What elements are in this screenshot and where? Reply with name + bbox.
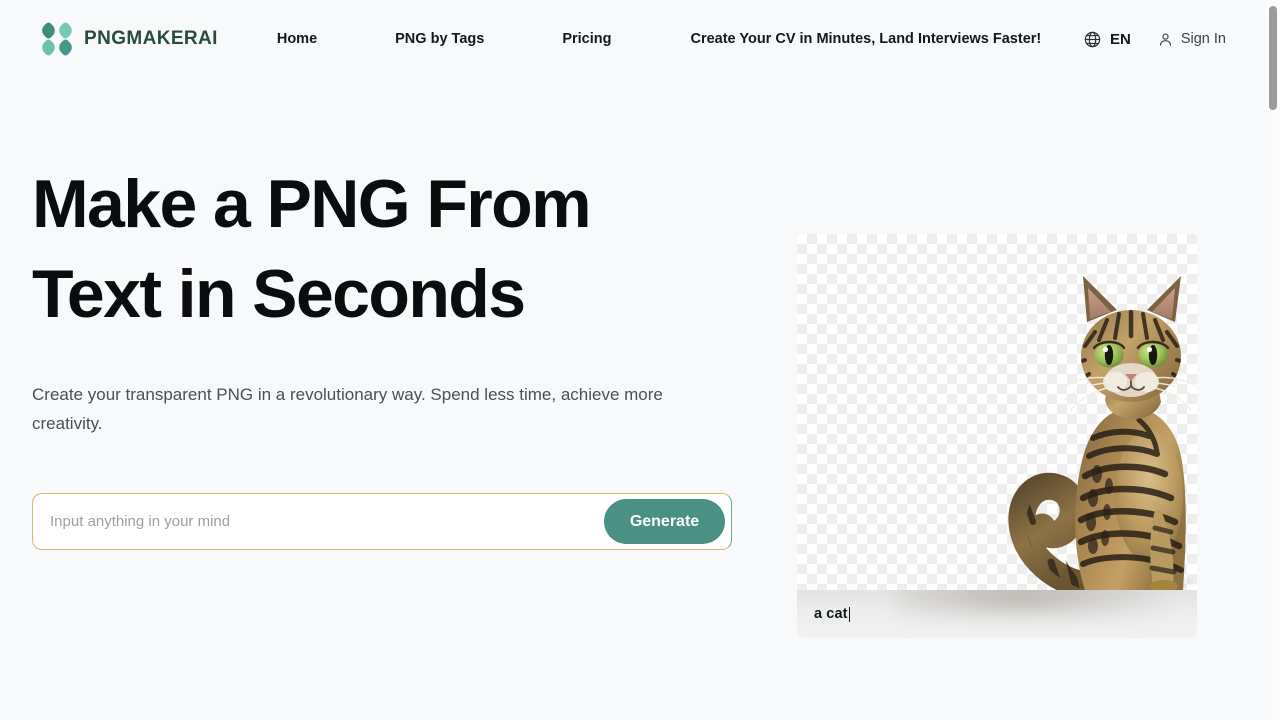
site-header: PNGMAKERAI Home PNG by Tags Pricing Crea… (0, 0, 1280, 78)
main-content: Make a PNG From Text in Seconds Create y… (0, 78, 1280, 638)
prompt-bar: Generate (32, 493, 732, 550)
image-caption-bar[interactable]: a cat (797, 590, 1197, 638)
nav-item-home[interactable]: Home (277, 23, 317, 55)
hero-section: Make a PNG From Text in Seconds Create y… (32, 78, 732, 550)
prompt-input[interactable] (33, 495, 604, 548)
clover-logo-icon (39, 21, 75, 57)
user-icon (1157, 31, 1174, 48)
page-title-line-1: Make a PNG From (32, 166, 592, 242)
caption-blur-overlay (897, 590, 1171, 616)
transparency-canvas (797, 234, 1197, 590)
language-selector[interactable]: EN (1083, 30, 1131, 49)
globe-icon (1083, 30, 1102, 49)
text-caret (848, 606, 851, 622)
generate-button[interactable]: Generate (604, 499, 725, 544)
brand-logo[interactable]: PNGMAKERAI (39, 21, 218, 57)
page-title-line-2: Text in Seconds (32, 256, 526, 332)
language-label: EN (1110, 30, 1131, 48)
page-title: Make a PNG From Text in Seconds (32, 159, 732, 339)
page-scrollbar-thumb[interactable] (1269, 6, 1277, 110)
image-caption-text: a cat (814, 606, 848, 622)
sign-in-button[interactable]: Sign In (1157, 31, 1226, 48)
page-scrollbar-track[interactable] (1265, 0, 1280, 720)
nav-item-png-by-tags[interactable]: PNG by Tags (395, 23, 484, 55)
header-actions: EN Sign In (1083, 30, 1226, 49)
brand-name: PNGMAKERAI (84, 28, 218, 49)
main-navigation: Home PNG by Tags Pricing Create Your CV … (277, 23, 1041, 55)
sign-in-label: Sign In (1180, 31, 1226, 47)
nav-item-cv-promo[interactable]: Create Your CV in Minutes, Land Intervie… (690, 23, 1041, 55)
hero-subtitle: Create your transparent PNG in a revolut… (32, 385, 663, 433)
generated-cat-image (989, 260, 1197, 590)
nav-item-pricing[interactable]: Pricing (562, 23, 611, 55)
image-preview-card: a cat (797, 234, 1197, 638)
